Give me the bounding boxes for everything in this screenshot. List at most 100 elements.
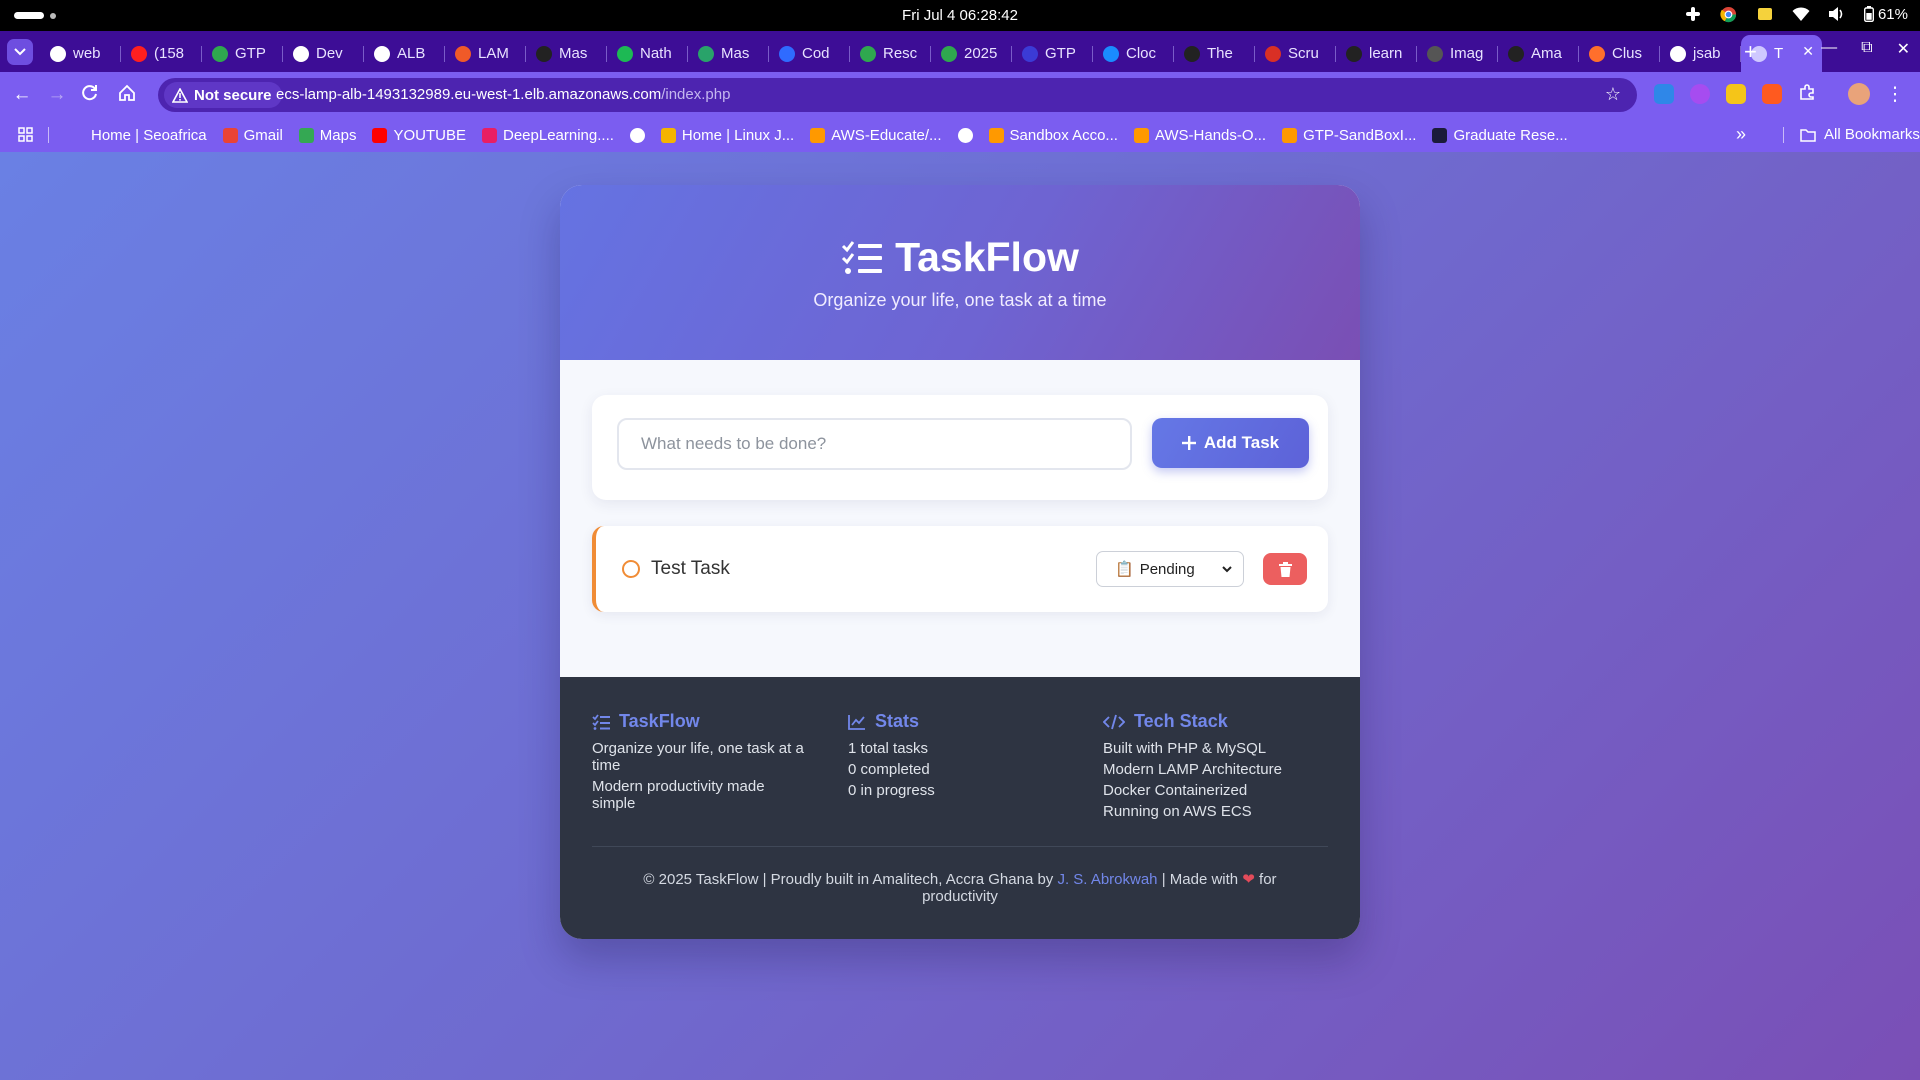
browser-tab[interactable]: jsab (1660, 35, 1741, 72)
wifi-icon[interactable] (1792, 5, 1810, 23)
apps-grid-icon[interactable] (18, 127, 33, 142)
tab-favicon-icon (1346, 45, 1362, 62)
security-indicator[interactable]: Not secure (164, 82, 282, 108)
tab-label: web (73, 45, 101, 62)
app-footer: TaskFlow Organize your life, one task at… (560, 677, 1360, 939)
browser-tab[interactable]: GTP (1012, 35, 1093, 72)
bookmark-star-icon[interactable]: ☆ (1605, 84, 1621, 105)
footer-stats-heading: Stats (848, 711, 1068, 732)
browser-tab[interactable]: LAM (445, 35, 526, 72)
folder-icon (1800, 128, 1816, 142)
bookmark-item[interactable]: AWS-Educate/... (810, 127, 942, 144)
browser-tab[interactable]: Scru (1255, 35, 1336, 72)
task-complete-toggle[interactable] (622, 560, 640, 578)
home-icon[interactable] (118, 84, 140, 106)
url-host: ecs-lamp-alb-1493132989.eu-west-1.elb.am… (276, 86, 662, 103)
browser-tab[interactable]: The (1174, 35, 1255, 72)
new-task-input[interactable] (617, 418, 1132, 470)
bookmark-item[interactable]: Sandbox Acco... (988, 127, 1118, 144)
tab-label: T (1774, 45, 1784, 62)
browser-tab[interactable]: Nath (607, 35, 688, 72)
notes-icon[interactable] (1756, 5, 1774, 23)
battery-indicator[interactable]: 61% (1863, 6, 1908, 23)
browser-tab[interactable]: ALB (364, 35, 445, 72)
bookmark-item[interactable] (629, 127, 645, 143)
extension-icon[interactable] (1654, 84, 1674, 104)
tab-label: learn (1369, 45, 1403, 62)
tab-favicon-icon (131, 45, 147, 62)
minimize-icon[interactable]: — (1821, 39, 1837, 59)
add-task-button[interactable]: Add Task (1152, 418, 1309, 468)
new-tab-button[interactable]: + (1744, 39, 1757, 65)
author-link[interactable]: J. S. Abrokwah (1057, 871, 1157, 888)
tab-search-button[interactable] (7, 39, 33, 65)
footer-divider (592, 846, 1328, 847)
tab-favicon-icon (1265, 45, 1281, 62)
restore-icon[interactable]: ⧉ (1861, 39, 1872, 59)
chrome-icon[interactable] (1720, 5, 1738, 23)
delete-task-button[interactable] (1263, 553, 1307, 585)
browser-tab[interactable]: (158 (121, 35, 202, 72)
task-status-select[interactable]: 📋 Pending (1096, 551, 1244, 587)
more-bookmarks-icon[interactable]: » (1736, 124, 1746, 145)
tab-label: Scru (1288, 45, 1319, 62)
close-window-icon[interactable]: ✕ (1897, 39, 1910, 59)
reload-icon[interactable] (81, 84, 103, 106)
browser-tab[interactable]: Dev (283, 35, 364, 72)
slack-icon[interactable] (1684, 5, 1702, 23)
browser-tab[interactable]: Cod (769, 35, 850, 72)
url-path: /index.php (661, 86, 731, 103)
url-text[interactable]: ecs-lamp-alb-1493132989.eu-west-1.elb.am… (276, 86, 730, 103)
footer-stats: Stats 1 total tasks 0 completed 0 in pro… (848, 711, 1068, 803)
bookmark-item[interactable]: Graduate Rese... (1432, 127, 1568, 144)
bookmark-favicon-icon (660, 127, 676, 143)
browser-tab[interactable]: Ama (1498, 35, 1579, 72)
bookmark-favicon-icon (1432, 127, 1448, 143)
browser-tab[interactable]: 2025 (931, 35, 1012, 72)
tech-item: Modern LAMP Architecture (1103, 761, 1282, 778)
volume-icon[interactable] (1828, 5, 1846, 23)
tab-list: web (158 GTP Dev ALB LAM Mas Nath Mas Cod Resc 2025… (40, 35, 1822, 72)
browser-tab[interactable]: Clus (1579, 35, 1660, 72)
bookmark-item[interactable]: AWS-Hands-O... (1133, 127, 1266, 144)
all-bookmarks-button[interactable]: All Bookmarks (1783, 126, 1920, 143)
extension-icon[interactable] (1726, 84, 1746, 104)
system-clock[interactable]: Fri Jul 4 06:28:42 (0, 7, 1920, 24)
browser-tab[interactable]: Imag (1417, 35, 1498, 72)
tab-favicon-icon (1508, 45, 1524, 62)
bookmark-item[interactable]: GTP-SandBoxI... (1282, 127, 1416, 144)
close-tab-icon[interactable]: ✕ (1802, 43, 1814, 60)
browser-tab[interactable]: Resc (850, 35, 931, 72)
bookmark-item[interactable]: Home | Linux J... (660, 126, 795, 144)
browser-tab[interactable]: learn (1336, 35, 1417, 72)
browser-tab[interactable]: Mas (526, 35, 607, 72)
footer-about-heading: TaskFlow (592, 711, 812, 732)
footer-tech: Tech Stack Built with PHP & MySQL Modern… (1103, 711, 1323, 824)
profile-avatar[interactable] (1848, 83, 1870, 105)
browser-tab[interactable]: web (40, 35, 121, 72)
bookmark-item[interactable]: YOUTUBE (372, 127, 466, 144)
extension-icon[interactable] (1762, 84, 1782, 104)
bookmark-label: DeepLearning.... (503, 126, 614, 144)
bookmark-item[interactable]: Gmail (222, 127, 283, 144)
footer-about: TaskFlow Organize your life, one task at… (592, 711, 812, 816)
browser-tab[interactable]: GTP (202, 35, 283, 72)
bookmark-label: Home | Linux J... (681, 126, 795, 144)
address-bar[interactable]: Not secure ecs-lamp-alb-1493132989.eu-we… (158, 78, 1637, 112)
bookmark-favicon-icon (1282, 127, 1298, 143)
bookmark-item[interactable]: Home | Seoafrica (70, 127, 207, 144)
task-list-icon (592, 713, 610, 730)
bookmark-list: Home | Seoafrica Gmail Maps YOUTUBE DeepLear… (70, 118, 1568, 152)
forward-arrow-icon[interactable]: → (46, 84, 68, 106)
extension-icon[interactable] (1690, 84, 1710, 104)
bookmark-item[interactable]: Maps (298, 127, 356, 144)
browser-tab[interactable]: Cloc (1093, 35, 1174, 72)
tab-favicon-icon (293, 45, 309, 62)
bookmark-favicon-icon (988, 127, 1004, 143)
back-arrow-icon[interactable]: ← (11, 84, 33, 106)
bookmark-item[interactable] (957, 127, 973, 143)
more-menu-icon[interactable]: ⋮ (1884, 84, 1906, 106)
browser-tab[interactable]: Mas (688, 35, 769, 72)
extensions-puzzle-icon[interactable] (1798, 83, 1820, 105)
bookmark-item[interactable]: DeepLearning.... (482, 127, 614, 144)
